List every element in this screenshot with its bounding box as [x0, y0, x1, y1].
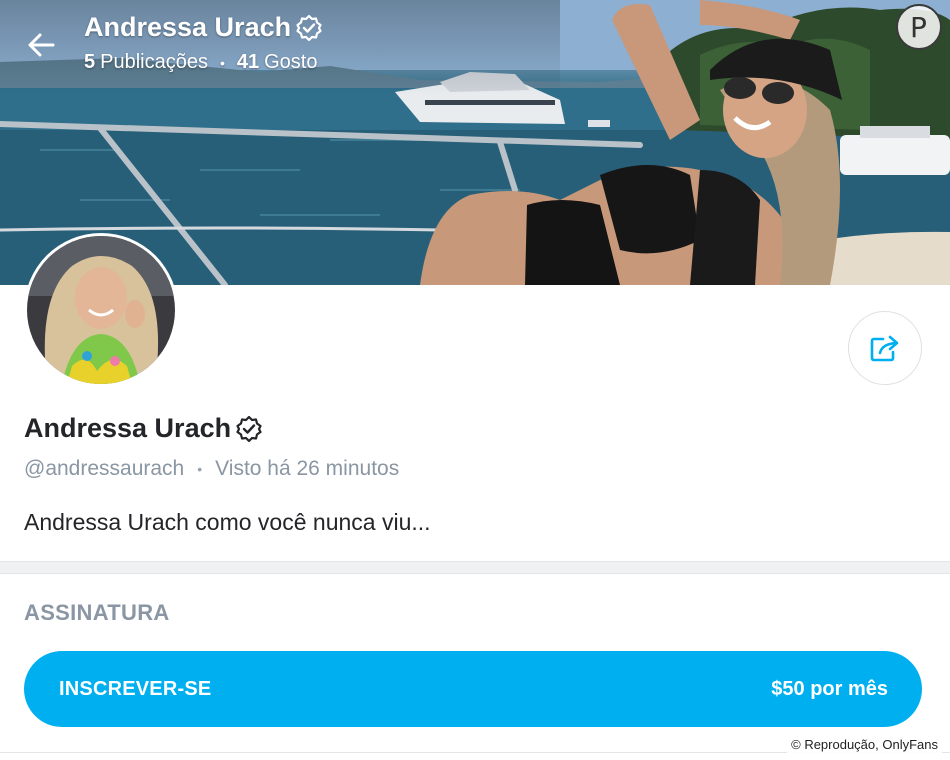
header-name: Andressa Urach: [84, 12, 292, 42]
watermark-logo: P: [896, 4, 942, 50]
section-divider: [0, 561, 950, 574]
meta-separator: •: [197, 461, 203, 477]
likes-label: Gosto: [264, 51, 318, 73]
profile-name-text: Andressa Urach: [24, 413, 232, 443]
subscribe-button[interactable]: INSCREVER-SE $50 por mês: [24, 651, 922, 727]
profile-name: Andressa Urach: [24, 413, 263, 444]
subscription-section-title: ASSINATURA: [24, 600, 170, 625]
header-stats: 5 Publicações • 41 Gosto: [84, 51, 317, 74]
cover-image: Andressa Urach 5 Publicações • 41 Gosto …: [0, 0, 950, 285]
arrow-left-icon: [28, 33, 55, 57]
verified-badge-icon: [295, 14, 323, 42]
back-button[interactable]: [22, 26, 60, 64]
image-credit: © Reprodução, OnlyFans: [787, 735, 942, 754]
verified-badge-icon: [235, 415, 263, 443]
posts-label: Publicações: [100, 51, 208, 73]
profile-meta: @andressaurach • Visto há 26 minutos: [24, 457, 399, 481]
subscribe-button-label: INSCREVER-SE: [59, 677, 212, 700]
likes-count: 41: [236, 51, 260, 73]
subscription-price: $50 por mês: [771, 677, 888, 700]
stats-separator: •: [219, 54, 225, 71]
profile-username[interactable]: @andressaurach: [24, 457, 184, 481]
posts-count: 5: [84, 51, 96, 73]
share-icon: [870, 335, 899, 362]
avatar[interactable]: [24, 233, 178, 387]
share-button[interactable]: [848, 311, 922, 385]
profile-bio: Andressa Urach como você nunca viu...: [24, 509, 431, 535]
watermark-letter: P: [910, 11, 927, 44]
avatar-photo: [27, 236, 175, 384]
header-title: Andressa Urach: [84, 12, 323, 43]
last-seen-status: Visto há 26 minutos: [215, 457, 400, 480]
